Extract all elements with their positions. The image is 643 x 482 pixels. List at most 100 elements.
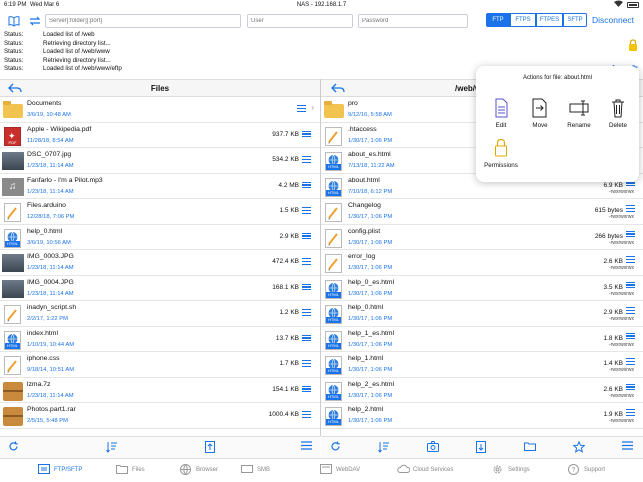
folders-icon[interactable] <box>524 441 536 454</box>
menu-icon[interactable] <box>626 358 635 365</box>
protocol-ftp[interactable]: FTP <box>486 13 510 27</box>
swap-icon[interactable] <box>29 14 41 32</box>
log-key: Status: <box>4 31 24 38</box>
file-row[interactable]: ✦ PDF Apple - Wikipedia.pdf 11/28/18, 8:54 … <box>0 123 320 148</box>
menu-icon[interactable] <box>302 258 311 265</box>
user-input[interactable] <box>247 14 353 28</box>
refresh-icon[interactable] <box>8 441 19 455</box>
menu-icon[interactable] <box>626 409 635 416</box>
file-date: 1/30/17, 1:06 PM <box>348 367 393 373</box>
file-row[interactable]: DSC_0707.jpg 1/23/18, 11:14 AM 534.2 KB <box>0 148 320 174</box>
file-row[interactable]: HTML help_2_es.html 1/30/17, 1:06 PM 2.6 KB… <box>321 378 643 403</box>
file-row[interactable]: HTML help_2.html 1/30/17, 1:06 PM 1.9 KB -rw… <box>321 403 643 429</box>
file-row[interactable]: HTML help_0_es.html 1/30/17, 1:06 PM 3.5 KB… <box>321 276 643 301</box>
delete-action[interactable]: Delete <box>598 98 638 130</box>
cloud-icon <box>397 464 411 474</box>
sort-icon[interactable] <box>106 441 118 456</box>
menu-icon[interactable] <box>626 307 635 314</box>
menu-icon[interactable] <box>626 256 635 263</box>
file-row[interactable]: HTML index.html 1/10/19, 10:44 AM 13.7 KB <box>0 327 320 352</box>
menu-icon[interactable] <box>302 309 311 316</box>
file-date: 1/23/18, 11:14 AM <box>27 188 74 195</box>
left-pane-title: Files <box>150 84 170 93</box>
file-row[interactable]: IMG_0004.JPG 1/23/18, 11:14 AM 168.1 KB <box>0 276 320 301</box>
back-icon[interactable] <box>331 83 345 96</box>
file-permissions: -rwxrwxrwx <box>609 188 634 195</box>
upload-icon[interactable] <box>205 441 215 456</box>
menu-icon[interactable] <box>302 181 311 189</box>
menu-icon[interactable] <box>302 283 311 291</box>
file-row[interactable]: Files.arduino 12/28/18, 7:06 PM 1.5 KB <box>0 199 320 225</box>
action-label: Move <box>532 122 548 129</box>
file-row[interactable]: Photos.part1.rar 2/5/15, 5:48 PM 1000.4 KB <box>0 403 320 429</box>
file-size: 154.1 KB <box>272 385 299 393</box>
file-row[interactable]: inadyn_script.sh 2/2/17, 1:22 PM 1.2 KB <box>0 301 320 327</box>
file-row[interactable]: HTML help_0.html 1/30/17, 1:06 PM 2.9 KB -rw… <box>321 301 643 327</box>
menu-icon[interactable] <box>302 334 311 342</box>
file-row[interactable]: HTML help_0.html 3/6/19, 10:56 AM 2.9 KB <box>0 225 320 250</box>
menu-icon[interactable] <box>302 411 311 418</box>
file-row[interactable]: lzma.7z 1/23/18, 11:14 AM 154.1 KB <box>0 378 320 403</box>
menu-icon[interactable] <box>626 281 635 289</box>
left-file-list: Documents 3/6/19, 10:48 AM › ✦ PDF Apple - Wi… <box>0 97 320 436</box>
log-line: Status: Retrieving directory list... <box>4 57 604 66</box>
menu-icon[interactable] <box>626 383 635 391</box>
file-name: .htaccess <box>348 125 377 133</box>
camera-upload-icon[interactable] <box>427 441 439 455</box>
file-row[interactable]: IMG_0003.JPG 1/23/18, 11:14 AM 472.4 KB <box>0 250 320 276</box>
tab-cloud-services[interactable]: Cloud Services <box>397 464 453 476</box>
star-icon[interactable] <box>572 440 586 456</box>
download-icon[interactable] <box>476 441 486 456</box>
file-row[interactable]: error_log 1/30/17, 1:06 PM 2.6 KB -rwxrwxrw… <box>321 250 643 276</box>
rename-action[interactable]: Rename <box>559 98 599 130</box>
menu-icon[interactable] <box>301 441 312 453</box>
tab-ftp-sftp[interactable]: FTP/SFTP <box>38 464 82 476</box>
refresh-icon[interactable] <box>330 441 341 455</box>
menu-icon[interactable] <box>302 232 311 240</box>
menu-icon[interactable] <box>302 207 311 214</box>
menu-icon[interactable] <box>626 230 635 238</box>
pane-divider[interactable] <box>320 79 321 436</box>
password-input[interactable] <box>358 14 468 28</box>
file-row[interactable]: HTML help_1_es.html 1/30/17, 1:06 PM 1.8 KB… <box>321 327 643 352</box>
file-row[interactable]: iphone.css 9/18/14, 10:51 AM 1.7 KB <box>0 352 320 378</box>
tab-browser[interactable]: Browser <box>180 464 218 476</box>
menu-icon[interactable] <box>302 156 311 163</box>
disconnect-button[interactable]: Disconnect <box>592 13 634 27</box>
file-date: 3/6/19, 10:48 AM <box>27 112 71 118</box>
protocol-ftps[interactable]: FTPS <box>510 13 536 27</box>
file-row[interactable]: config.plist 1/30/17, 1:06 PM 266 bytes -rw… <box>321 225 643 250</box>
file-name: DSC_0707.jpg <box>27 151 72 158</box>
protocol-sftp[interactable]: SFTP <box>563 13 587 27</box>
menu-icon[interactable] <box>622 441 633 453</box>
tab-settings[interactable]: Settings <box>492 464 530 476</box>
menu-icon[interactable] <box>302 385 311 393</box>
bookmarks-icon[interactable] <box>8 14 20 32</box>
move-action[interactable]: Move <box>520 98 560 130</box>
file-row[interactable]: Changelog 1/30/17, 1:06 PM 615 bytes -rwxrw… <box>321 199 643 225</box>
menu-icon[interactable] <box>302 360 311 367</box>
protocol-ftpes[interactable]: FTPES <box>536 13 563 27</box>
menu-icon[interactable] <box>297 105 306 112</box>
tab-files[interactable]: Files <box>116 464 145 476</box>
webdav-icon <box>320 464 332 475</box>
menu-icon[interactable] <box>626 332 635 340</box>
server-input[interactable] <box>45 14 241 28</box>
menu-icon[interactable] <box>626 205 635 212</box>
file-row[interactable]: ♫ Fanfarlo - I'm a Pilot.mp3 1/23/18, 11:1… <box>0 174 320 199</box>
file-row[interactable]: HTML help_1.html 1/30/17, 1:06 PM 1.4 KB -rw… <box>321 352 643 378</box>
tab-webdav[interactable]: WebDAV <box>320 464 360 476</box>
tab-smb[interactable]: SMB <box>241 464 270 476</box>
permissions-action[interactable]: Permissions <box>481 138 521 170</box>
edit-action[interactable]: Edit <box>481 98 521 130</box>
menu-icon[interactable] <box>302 130 311 138</box>
tab-support[interactable]: ? Support <box>568 464 605 476</box>
text-file-icon <box>323 253 345 273</box>
log-line: Status: Loaded list of /web <box>4 31 604 40</box>
file-row[interactable]: Documents 3/6/19, 10:48 AM › <box>0 97 320 123</box>
action-label: Delete <box>609 122 627 129</box>
lock-icon[interactable] <box>628 38 638 51</box>
sort-icon[interactable] <box>378 441 390 456</box>
move-icon <box>520 98 560 118</box>
file-name: iphone.css <box>27 355 60 362</box>
